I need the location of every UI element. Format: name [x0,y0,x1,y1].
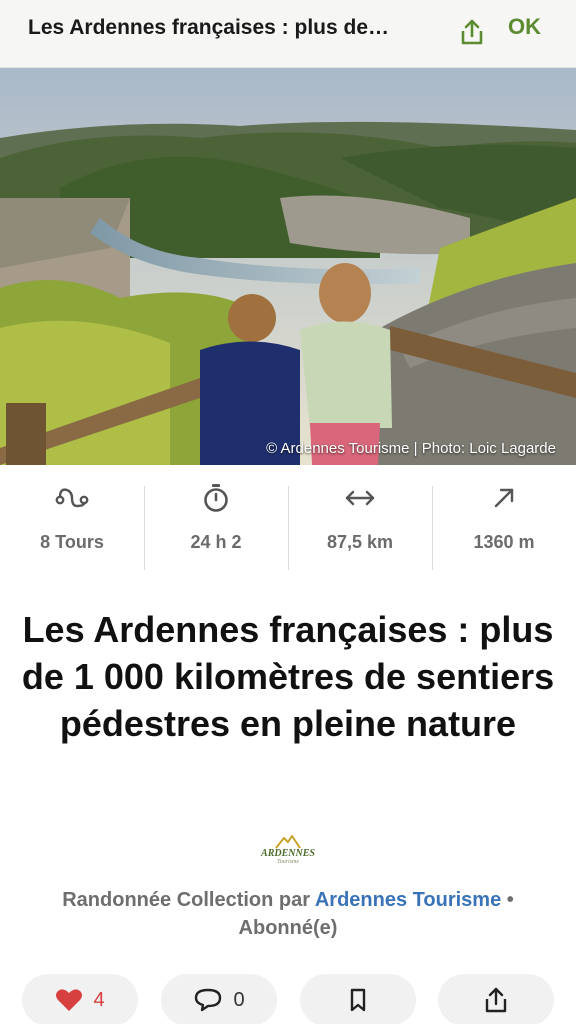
like-count: 4 [93,988,105,1011]
comment-button[interactable]: 0 [161,974,277,1024]
share-action-button[interactable] [438,974,554,1024]
photo-credit: © Ardennes Tourisme | Photo: Loic Lagard… [266,440,556,457]
logo-text: ARDENNES [261,848,315,859]
ok-button[interactable]: OK [508,14,541,40]
hero-image: © Ardennes Tourisme | Photo: Loic Lagard… [0,68,576,465]
byline-separator: • [501,889,514,911]
stopwatch-icon [204,484,228,512]
stat-elevation: 1360 m [432,466,576,576]
like-button[interactable]: 4 [22,974,138,1024]
ardennes-tourisme-logo[interactable]: ARDENNES Tourisme [258,832,318,868]
distance-arrows-icon [345,490,375,506]
elevation-arrow-icon [494,488,514,508]
share-button[interactable] [452,12,492,52]
stat-duration: 24 h 2 [144,466,288,576]
collection-headline: Les Ardennes françaises : plus de 1 000 … [21,609,555,744]
bookmark-button[interactable] [300,974,416,1024]
page-title: Les Ardennes françaises : plus de… [28,16,390,39]
stat-distance-value: 87,5 km [326,532,394,552]
stat-tours-value: 8 Tours [40,532,104,552]
share-icon [461,19,483,45]
follow-status[interactable]: Abonné(e) [239,917,338,939]
route-icon [55,488,89,508]
top-bar: Les Ardennes françaises : plus de… OK [0,0,576,68]
byline-prefix: Randonnée Collection par [62,889,315,911]
stats-row: 8 Tours 24 h 2 87,5 km 1360 m [0,466,576,576]
heart-icon [56,989,83,1011]
byline: Randonnée Collection par Ardennes Touris… [20,886,556,942]
share-icon [485,987,507,1013]
logo-subtext: Tourisme [276,859,300,865]
stat-tours: 8 Tours [0,466,144,576]
comment-icon [195,988,222,1012]
landscape-photo [0,68,576,465]
stat-duration-value: 24 h 2 [190,532,242,552]
comment-count: 0 [233,988,245,1011]
stat-distance: 87,5 km [288,466,432,576]
stat-elevation-value: 1360 m [473,532,535,552]
author-link[interactable]: Ardennes Tourisme [315,889,501,911]
bookmark-icon [350,988,366,1012]
action-bar: 4 0 [0,974,576,1024]
